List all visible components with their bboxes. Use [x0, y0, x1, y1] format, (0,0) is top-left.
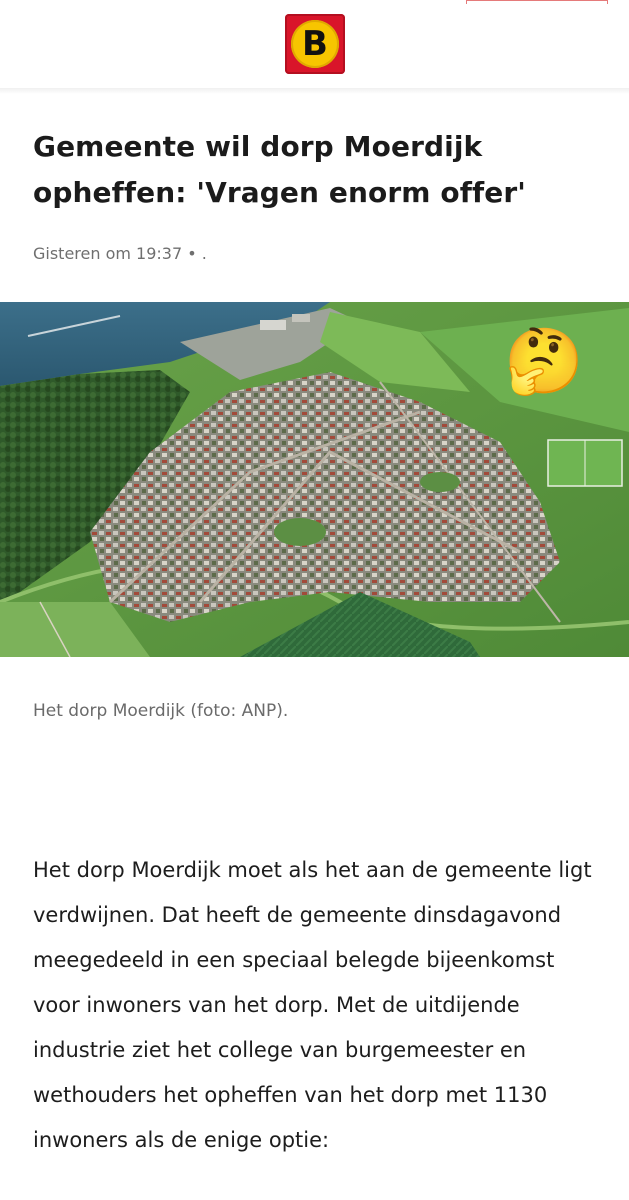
article-photo[interactable]: 🤔: [0, 302, 629, 657]
app-header: B: [0, 0, 629, 90]
logo-letter: B: [302, 24, 328, 64]
logo-disc: B: [291, 20, 339, 68]
corner-decoration: [466, 0, 608, 4]
bd-logo-icon[interactable]: B: [285, 14, 345, 74]
article-timestamp: Gisteren om 19:37 • .: [33, 244, 207, 263]
header-divider: [0, 88, 629, 94]
article-body: Het dorp Moerdijk moet als het aan de ge…: [33, 858, 592, 1152]
article-title: Gemeente wil dorp Moerdijk opheffen: 'Vr…: [33, 130, 526, 209]
photo-caption: Het dorp Moerdijk (foto: ANP).: [33, 701, 289, 721]
thinking-face-emoji-icon: 🤔: [504, 325, 584, 399]
article-page: B Gemeente wil dorp Moerdijk opheffen: '…: [0, 0, 629, 1200]
